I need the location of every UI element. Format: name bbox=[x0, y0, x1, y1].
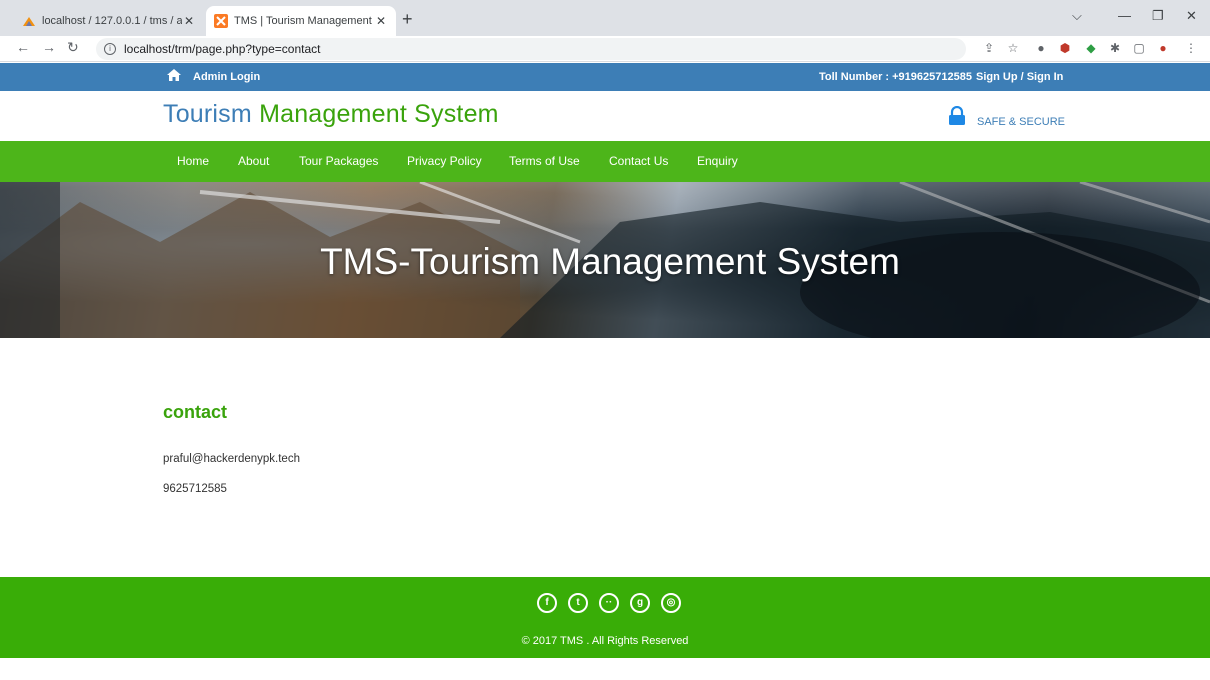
safe-secure-label: SAFE & SECURE bbox=[977, 116, 1066, 128]
site-header: Tourism Management System SAFE & SECURE bbox=[0, 91, 1210, 141]
forward-icon[interactable]: → bbox=[42, 39, 56, 55]
extension-icon[interactable]: ◆ bbox=[1084, 41, 1098, 55]
toll-number: Toll Number : +919625712585 bbox=[819, 71, 972, 83]
avatar[interactable]: ● bbox=[1156, 41, 1170, 55]
reload-icon[interactable]: ↻ bbox=[67, 39, 79, 56]
chevron-down-icon[interactable]: ⌵ bbox=[1072, 8, 1082, 24]
close-icon[interactable]: ✕ bbox=[374, 14, 388, 28]
window-close-icon[interactable]: ✕ bbox=[1186, 8, 1197, 24]
restore-icon[interactable]: ❐ bbox=[1152, 8, 1164, 24]
ublock-icon[interactable]: ⬢ bbox=[1058, 41, 1072, 55]
tab-title: TMS | Tourism Management Syste bbox=[234, 15, 374, 27]
dribbble-icon[interactable]: ·· bbox=[599, 593, 619, 613]
menu-item-privacy-policy[interactable]: Privacy Policy bbox=[407, 154, 482, 168]
url-text: localhost/trm/page.php?type=contact bbox=[124, 42, 321, 56]
menu-item-enquiry[interactable]: Enquiry bbox=[697, 154, 738, 168]
google-plus-icon[interactable]: g bbox=[630, 593, 650, 613]
side-panel-icon[interactable]: ▢ bbox=[1132, 41, 1146, 55]
tab-title: localhost / 127.0.0.1 / tms / admi bbox=[42, 15, 182, 27]
hero-banner: TMS-Tourism Management System bbox=[0, 182, 1210, 338]
home-icon[interactable] bbox=[166, 68, 182, 85]
extension-icon[interactable]: ● bbox=[1034, 41, 1048, 55]
site-logo[interactable]: Tourism Management System bbox=[163, 100, 499, 129]
menu-item-tour-packages[interactable]: Tour Packages bbox=[299, 154, 378, 168]
menu-item-contact-us[interactable]: Contact Us bbox=[609, 154, 668, 168]
site-footer: f t ·· g ◎ © 2017 TMS . All Rights Reser… bbox=[0, 577, 1210, 658]
lock-icon bbox=[948, 105, 966, 131]
menu-item-terms-of-use[interactable]: Terms of Use bbox=[509, 154, 580, 168]
main-menu: Home About Tour Packages Privacy Policy … bbox=[0, 141, 1210, 182]
menu-item-about[interactable]: About bbox=[238, 154, 269, 168]
share-icon[interactable]: ⇪ bbox=[982, 41, 996, 55]
site-info-icon[interactable]: i bbox=[104, 43, 116, 55]
minimize-icon[interactable]: — bbox=[1118, 8, 1131, 23]
puzzle-icon[interactable]: ✱ bbox=[1108, 41, 1122, 55]
more-menu-icon[interactable]: ⋮ bbox=[1184, 41, 1198, 55]
close-icon[interactable]: ✕ bbox=[182, 14, 196, 28]
bookmark-star-icon[interactable]: ☆ bbox=[1006, 41, 1020, 55]
back-icon[interactable]: ← bbox=[16, 39, 30, 55]
contact-phone: 9625712585 bbox=[163, 483, 227, 495]
sign-up-link[interactable]: Sign Up / Sign In bbox=[976, 71, 1063, 83]
banner-title: TMS-Tourism Management System bbox=[320, 241, 900, 282]
browser-tab-phpmyadmin[interactable]: localhost / 127.0.0.1 / tms / admi ✕ bbox=[14, 6, 204, 36]
logo-part2: Management System bbox=[259, 100, 499, 128]
twitter-icon[interactable]: t bbox=[568, 593, 588, 613]
logo-part1: Tourism bbox=[163, 100, 252, 128]
browser-tab-tms[interactable]: TMS | Tourism Management Syste ✕ bbox=[206, 6, 396, 36]
url-field[interactable]: i localhost/trm/page.php?type=contact bbox=[96, 38, 966, 60]
site-top-bar: Admin Login Toll Number : +919625712585 … bbox=[0, 63, 1210, 91]
address-bar: ← → ↻ i localhost/trm/page.php?type=cont… bbox=[0, 36, 1210, 62]
page-title: contact bbox=[163, 402, 228, 422]
contact-email: praful@hackerdenypk.tech bbox=[163, 453, 300, 465]
new-tab-button[interactable]: + bbox=[402, 9, 413, 30]
facebook-icon[interactable]: f bbox=[537, 593, 557, 613]
browser-tab-bar: localhost / 127.0.0.1 / tms / admi ✕ TMS… bbox=[0, 0, 1210, 36]
xampp-icon bbox=[214, 14, 228, 28]
phpmyadmin-icon bbox=[22, 14, 36, 28]
copyright-text: © 2017 TMS . All Rights Reserved bbox=[521, 635, 689, 647]
admin-login-link[interactable]: Admin Login bbox=[193, 71, 260, 83]
menu-item-home[interactable]: Home bbox=[177, 154, 209, 168]
instagram-icon[interactable]: ◎ bbox=[661, 593, 681, 613]
